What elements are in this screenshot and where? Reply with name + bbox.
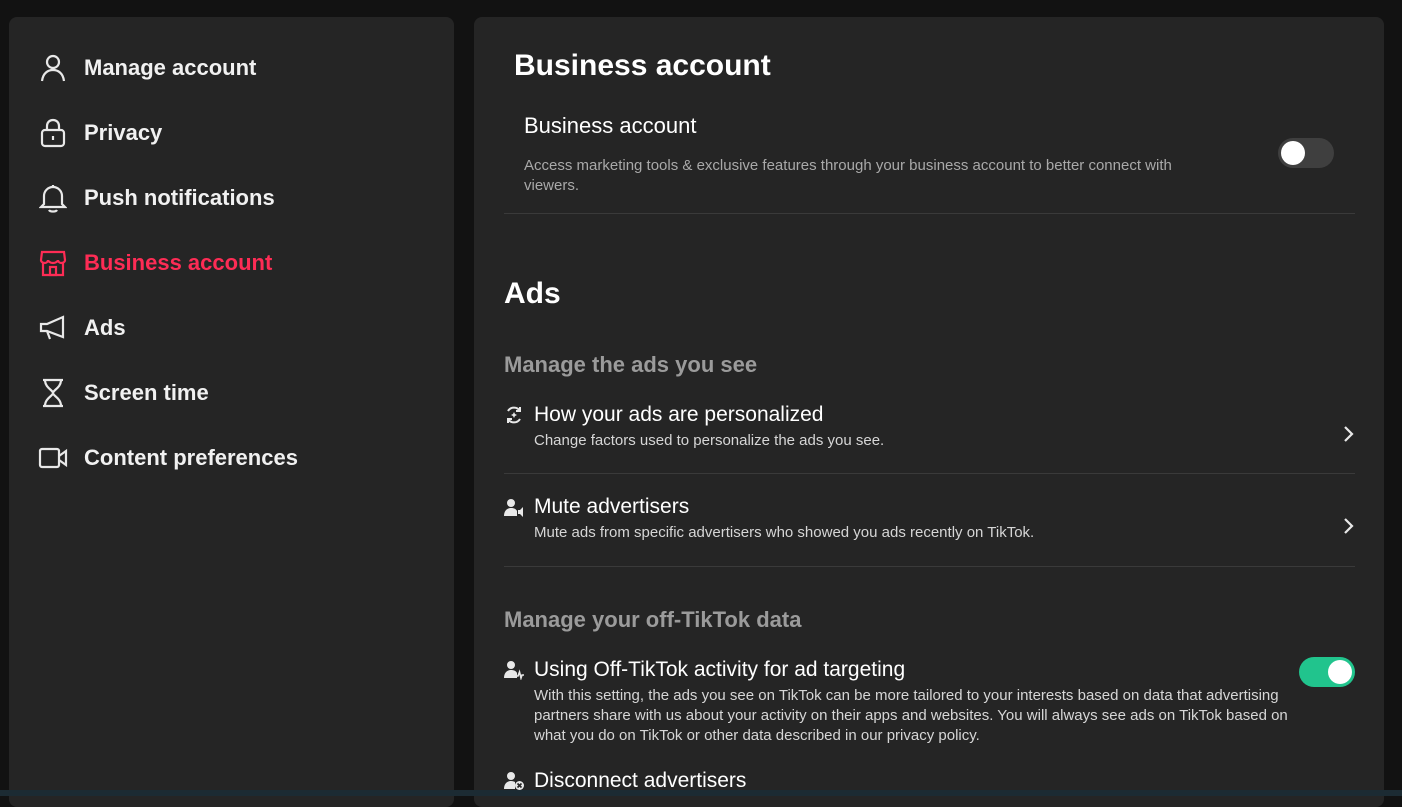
sidebar-item-label: Screen time <box>84 380 209 405</box>
activity-user-icon <box>504 660 524 681</box>
ads-heading: Ads <box>504 277 561 310</box>
sidebar-item-label: Manage account <box>84 55 257 80</box>
megaphone-icon <box>38 313 68 343</box>
sidebar-item-business-account[interactable]: Business account <box>38 245 272 281</box>
sidebar-item-privacy[interactable]: Privacy <box>38 115 162 151</box>
taskbar-edge <box>0 790 1402 796</box>
settings-content-panel: Business account Business account Access… <box>474 17 1384 807</box>
sidebar-item-manage-account[interactable]: Manage account <box>38 50 256 86</box>
row-desc: Change factors used to personalize the a… <box>534 432 885 449</box>
divider <box>504 473 1355 474</box>
personalize-icon <box>504 405 524 425</box>
chevron-right-icon[interactable] <box>1340 516 1356 536</box>
business-account-setting-desc: Access marketing tools & exclusive featu… <box>524 157 1172 194</box>
off-tiktok-section-title: Manage your off-TikTok data <box>504 607 802 632</box>
sidebar-item-screen-time[interactable]: Screen time <box>38 375 209 411</box>
manage-ads-section-title: Manage the ads you see <box>504 352 758 377</box>
disconnect-user-icon <box>504 771 524 791</box>
row-title: Using Off-TikTok activity for ad targeti… <box>534 658 906 681</box>
video-camera-icon <box>38 443 68 473</box>
divider <box>504 566 1355 567</box>
row-desc: With this setting, the ads you see on Ti… <box>534 687 1288 744</box>
row-title: Mute advertisers <box>534 495 690 518</box>
toggle-knob <box>1328 660 1352 684</box>
sidebar-item-label: Content preferences <box>84 445 298 470</box>
business-account-heading: Business account <box>514 49 771 82</box>
row-title: How your ads are personalized <box>534 403 824 426</box>
lock-icon <box>38 118 68 148</box>
settings-sidebar: Manage account Privacy Push notification… <box>9 17 454 807</box>
sidebar-item-label: Push notifications <box>84 185 275 210</box>
user-icon <box>38 53 68 83</box>
sidebar-item-push-notifications[interactable]: Push notifications <box>38 180 275 216</box>
store-icon <box>38 248 68 278</box>
bell-icon <box>38 183 68 213</box>
chevron-right-icon[interactable] <box>1340 424 1356 444</box>
toggle-knob <box>1281 141 1305 165</box>
sidebar-item-content-preferences[interactable]: Content preferences <box>38 440 298 476</box>
sidebar-item-ads[interactable]: Ads <box>38 310 126 346</box>
sidebar-item-label: Business account <box>84 250 273 275</box>
sidebar-item-label: Ads <box>84 315 126 340</box>
off-tiktok-activity-toggle[interactable] <box>1299 657 1355 687</box>
business-account-toggle[interactable] <box>1278 138 1334 168</box>
business-account-setting-title: Business account <box>524 113 697 138</box>
hourglass-icon <box>38 378 68 408</box>
row-desc: Mute ads from specific advertisers who s… <box>534 524 1035 541</box>
mute-user-icon <box>504 498 524 518</box>
sidebar-item-label: Privacy <box>84 120 163 145</box>
divider <box>504 213 1355 214</box>
